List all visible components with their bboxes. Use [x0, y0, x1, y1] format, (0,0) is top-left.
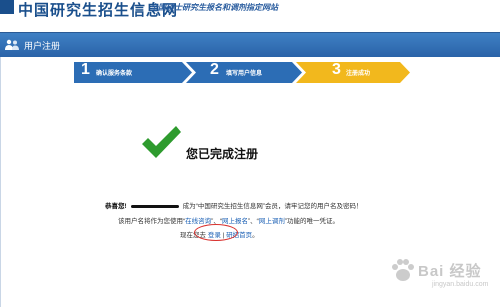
step-3: 3 注册成功 — [306, 61, 406, 83]
section-title: 用户注册 — [24, 41, 61, 51]
step-1: 1 确认服务条款 — [74, 61, 184, 83]
message-line-1: 恭喜您! 成为“中国研究生招生信息网”会员，请牢记您的用户名及密码！ — [105, 200, 363, 210]
users-icon — [5, 39, 19, 50]
step-2-number: 2 — [210, 61, 219, 78]
paw-icon — [392, 259, 414, 281]
message-line-3-suffix: 。 — [252, 232, 259, 239]
link-online-adjust[interactable]: 网上调剂 — [259, 218, 285, 225]
message-line-2-suffix: ”功能的唯一凭证。 — [284, 218, 340, 225]
message-line-2: 该用户名将作为您使用“在线咨询”、“网上报名”、“网上调剂”功能的唯一凭证。 — [118, 215, 339, 225]
section-header-bar: 用户注册 — [0, 32, 500, 57]
step-2: 2 填写用户信息 — [196, 61, 296, 83]
step-1-number: 1 — [81, 61, 90, 78]
step-3-label: 注册成功 — [346, 71, 371, 77]
watermark-text: Bai 经验 — [418, 263, 482, 280]
congrats-label: 恭喜您! — [105, 203, 127, 210]
success-title: 您已完成注册 — [186, 147, 259, 161]
step-1-label: 确认服务条款 — [96, 71, 133, 77]
registration-steps: 1 确认服务条款 2 填写用户信息 3 注册成功 — [74, 61, 410, 83]
step-2-label: 填写用户信息 — [226, 71, 263, 77]
step-3-number: 3 — [332, 61, 341, 78]
watermark: Bai 经验 jingyan.baidu.com — [388, 256, 496, 296]
site-subtitle: 全国硕士研究生报名和调剂指定网站 — [150, 3, 278, 12]
site-header: 中国研究生招生信息网 全国硕士研究生报名和调剂指定网站 — [0, 0, 500, 28]
site-logo-icon — [0, 0, 14, 14]
check-icon — [142, 126, 181, 158]
message-line-1-text: 成为“中国研究生招生信息网”会员，请牢记您的用户名及密码！ — [182, 203, 363, 210]
login-highlight-annotation — [194, 224, 238, 241]
watermark-subtext: jingyan.baidu.com — [432, 281, 489, 288]
message-line-2-prefix: 该用户名将作为您使用“ — [118, 218, 186, 225]
masked-username — [130, 204, 179, 208]
message-sep-2: ”、“ — [248, 218, 259, 225]
